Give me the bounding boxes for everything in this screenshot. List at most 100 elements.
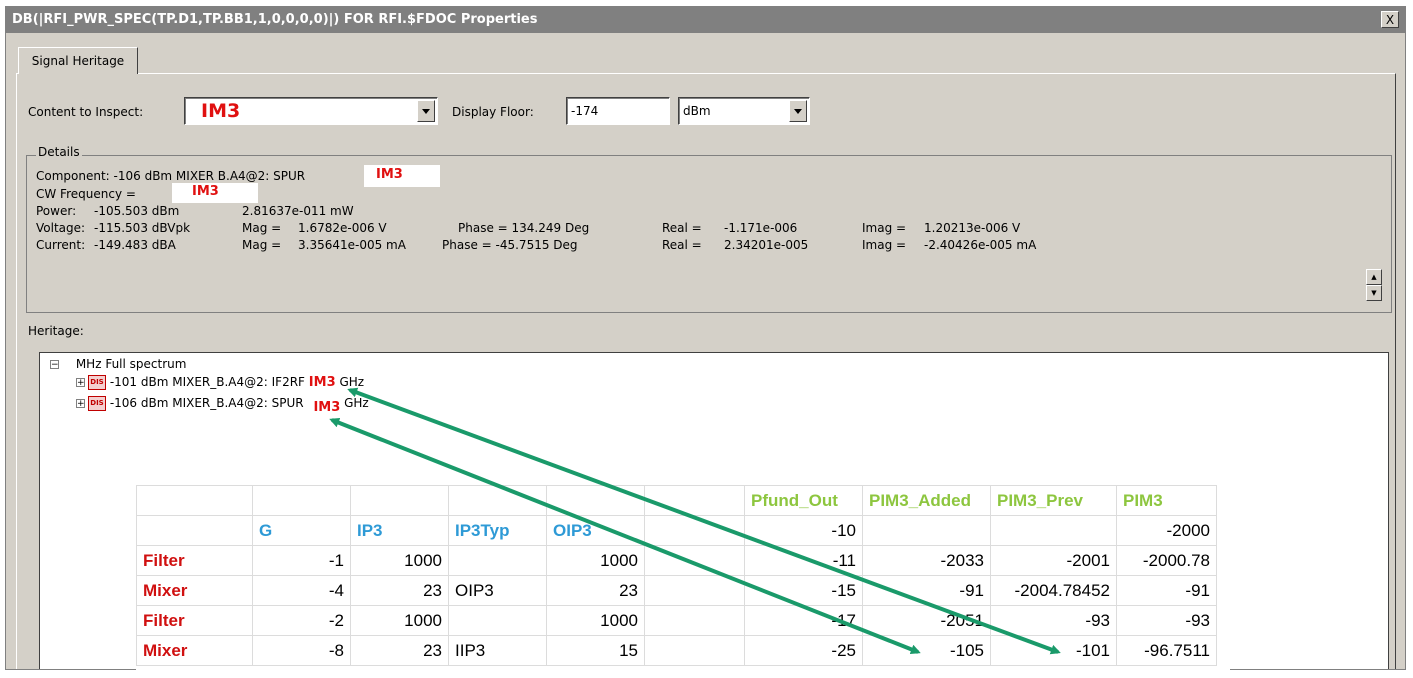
table-cell: -91 — [1116, 575, 1217, 606]
current-real: 2.34201e-005 — [724, 238, 809, 252]
dis-badge-icon: DIS — [88, 396, 106, 411]
content-to-inspect-select[interactable]: IM3 — [184, 97, 438, 125]
scroll-up-icon[interactable]: ▲ — [1366, 269, 1382, 285]
tab-signal-heritage[interactable]: Signal Heritage — [18, 47, 138, 74]
table-cell: -2 — [252, 605, 351, 636]
chevron-down-icon[interactable] — [789, 100, 807, 122]
expand-icon[interactable]: + — [76, 399, 85, 409]
cw-frequency-tag: IM3 — [192, 184, 219, 199]
table-cell: -2000 — [1116, 515, 1217, 546]
voltage-real: -1.171e-006 — [724, 221, 798, 235]
current-real-label: Real = — [662, 238, 702, 252]
current-imag-label: Imag = — [862, 238, 907, 252]
current-label: Current: — [36, 238, 86, 252]
display-floor-unit-select[interactable]: dBm — [678, 97, 810, 125]
chevron-down-icon[interactable] — [417, 100, 435, 122]
pim3-spreadsheet: Pfund_Out PIM3_Added PIM3_Prev PIM3 G IP… — [136, 485, 1230, 670]
voltage-phase: Phase = 134.249 Deg — [458, 221, 590, 235]
table-header-row: Pfund_Out PIM3_Added PIM3_Prev PIM3 — [136, 485, 1217, 516]
tree-root[interactable]: − MHz Full spectrum — [50, 357, 186, 371]
table-cell: 23 — [350, 635, 449, 666]
tree-node-if2rf[interactable]: + DIS -101 dBm MIXER_B.A4@2: IF2RF IM3 GH… — [76, 375, 364, 390]
voltage-imag: 1.20213e-006 V — [924, 221, 1021, 235]
pim3-table: Pfund_Out PIM3_Added PIM3_Prev PIM3 G IP… — [136, 485, 1217, 666]
table-cell: 1000 — [546, 545, 645, 576]
component-tag: IM3 — [376, 167, 403, 182]
display-floor-label: Display Floor: — [452, 105, 534, 119]
voltage-mag: 1.6782e-006 V — [298, 221, 387, 235]
table-cell: -93 — [1116, 605, 1217, 636]
table-cell: IIP3 — [448, 635, 547, 666]
table-row: Mixer -8 23 IIP3 15 -25 -105 -101 -96.75… — [136, 635, 1217, 666]
table-cell: -15 — [744, 575, 863, 606]
tree-node-spur[interactable]: + DIS -106 dBm MIXER_B.A4@2: SPUR IM3 GHz — [76, 396, 369, 415]
row-label: Filter — [136, 605, 253, 636]
unit-value: dBm — [683, 104, 711, 118]
col-header-pfund-out: Pfund_Out — [744, 485, 863, 516]
row-label: Mixer — [136, 575, 253, 606]
power-dbm: -105.503 dBm — [94, 204, 180, 218]
table-cell: -101 — [990, 635, 1117, 666]
tree-node-text: -101 dBm MIXER_B.A4@2: IF2RF — [109, 375, 305, 389]
table-row: Filter -1 1000 1000 -11 -2033 -2001 -200… — [136, 545, 1217, 576]
col-header-ip3typ: IP3Typ — [448, 515, 547, 546]
close-icon: X — [1385, 13, 1395, 27]
voltage-value: -115.503 dBVpk — [94, 221, 191, 235]
table-cell: -25 — [744, 635, 863, 666]
table-cell: 1000 — [350, 605, 449, 636]
tree-node-tag: IM3 — [313, 400, 341, 415]
table-cell: 1000 — [350, 545, 449, 576]
voltage-imag-label: Imag = — [862, 221, 907, 235]
voltage-mag-label: Mag = — [242, 221, 282, 235]
table-cell: 23 — [546, 575, 645, 606]
collapse-icon[interactable]: − — [50, 360, 59, 370]
col-header-pim3-added: PIM3_Added — [862, 485, 991, 516]
voltage-label: Voltage: — [36, 221, 86, 235]
col-header-g: G — [252, 515, 351, 546]
current-mag: 3.35641e-005 mA — [298, 238, 406, 252]
display-floor-input[interactable]: -174 — [566, 97, 670, 125]
content-to-inspect-label: Content to Inspect: — [28, 105, 144, 119]
power-mw: 2.81637e-011 mW — [242, 204, 354, 218]
table-cell: -2004.78452 — [990, 575, 1117, 606]
col-header-pim3-prev: PIM3_Prev — [990, 485, 1117, 516]
tree-node-suffix: GHz — [344, 396, 369, 410]
table-cell: -105 — [862, 635, 991, 666]
table-cell: -11 — [744, 545, 863, 576]
table-row: Filter -2 1000 1000 -17 -2051 -93 -93 — [136, 605, 1217, 636]
content-value: IM3 — [201, 100, 241, 122]
table-cell: -2051 — [862, 605, 991, 636]
close-button[interactable]: X — [1381, 11, 1399, 28]
expand-icon[interactable]: + — [76, 378, 85, 388]
table-cell: -96.7511 — [1116, 635, 1217, 666]
row-label: Mixer — [136, 635, 253, 666]
table-row: Mixer -4 23 OIP3 23 -15 -91 -2004.78452 … — [136, 575, 1217, 606]
table-cell: -10 — [744, 515, 863, 546]
table-cell: -93 — [990, 605, 1117, 636]
row-label: Filter — [136, 545, 253, 576]
table-cell: -8 — [252, 635, 351, 666]
component-line: Component: -106 dBm MIXER B.A4@2: SPUR — [36, 169, 306, 183]
tree-root-label: MHz Full spectrum — [75, 357, 187, 371]
voltage-real-label: Real = — [662, 221, 702, 235]
scroll-down-icon[interactable]: ▼ — [1366, 285, 1382, 301]
current-mag-label: Mag = — [242, 238, 282, 252]
table-cell: OIP3 — [448, 575, 547, 606]
tree-node-text: -106 dBm MIXER_B.A4@2: SPUR — [109, 396, 304, 410]
table-cell: -2000.78 — [1116, 545, 1217, 576]
table-cell: 23 — [350, 575, 449, 606]
heritage-label: Heritage: — [28, 324, 84, 338]
table-cell: -2001 — [990, 545, 1117, 576]
current-imag: -2.40426e-005 mA — [924, 238, 1037, 252]
table-cell: -1 — [252, 545, 351, 576]
table-cell: -2033 — [862, 545, 991, 576]
table-cell: 15 — [546, 635, 645, 666]
col-header-pim3: PIM3 — [1116, 485, 1217, 516]
details-scrollbar[interactable]: ▲ ▼ — [1366, 269, 1382, 301]
dis-badge-icon: DIS — [88, 375, 106, 390]
tree-node-tag: IM3 — [308, 375, 336, 390]
table-header-row: G IP3 IP3Typ OIP3 -10 -2000 — [136, 515, 1217, 546]
table-cell — [448, 605, 547, 636]
col-header-oip3: OIP3 — [546, 515, 645, 546]
title-bar: DB(|RFI_PWR_SPEC(TP.D1,TP.BB1,1,0,0,0,0)… — [6, 7, 1405, 33]
